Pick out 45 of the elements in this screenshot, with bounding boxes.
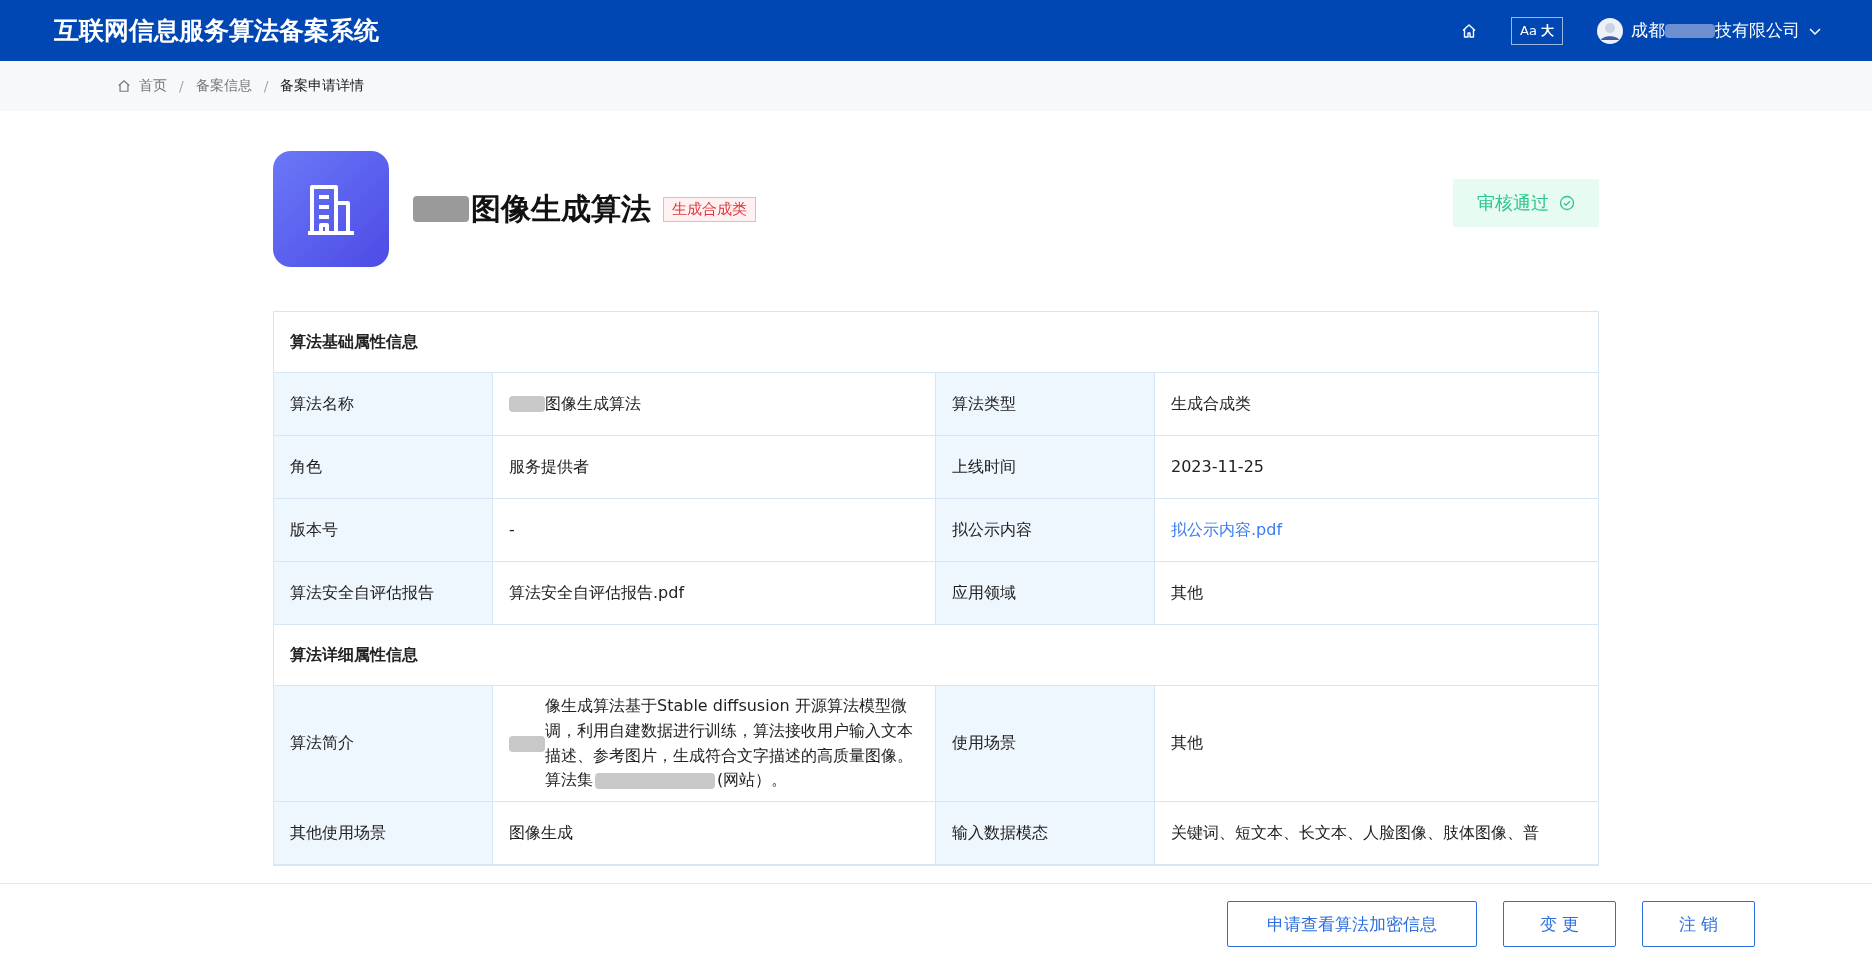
building-icon [273,151,389,267]
user-name[interactable]: 技有限公司 [1715,19,1800,42]
field-label: 上线时间 [936,436,1155,498]
field-value: 其他 [1171,732,1203,755]
field-value: 图像生成 [509,821,573,844]
category-tag: 生成合成类 [663,196,756,222]
field-value: 像生成算法基于Stable diffsusion 开源算法模型微调，利用自建数据进行训练，算法接收用户输入文本描述、参考图片，生成符合文字描述的高质量图像。算法集 (网站）。 [545,695,914,792]
action-button[interactable]: 申请查看算法加密信息 [1227,901,1477,947]
redacted-mark [1665,23,1715,38]
avatar-icon[interactable] [1597,17,1623,44]
field-label: 算法简介 [274,686,493,802]
field-label: 算法类型 [936,373,1155,435]
field-value: 关键词、短文本、长文本、人脸图像、肢体图像、普 [1171,821,1539,844]
breadcrumb-separator: / [263,78,269,94]
field-label: 使用场景 [936,686,1155,802]
field-label: 拟公示内容 [936,499,1155,561]
system-title: 互联网信息服务算法备案系统 [54,15,379,47]
field-label: 应用领域 [936,562,1155,624]
algorithm-name: 图像生成算法 [471,189,651,228]
home-icon[interactable] [1461,22,1477,39]
action-button[interactable]: 注 销 [1642,901,1755,947]
breadcrumb-link[interactable]: 首页 [139,77,167,95]
field-value: 算法安全自评估报告.pdf [509,581,685,604]
home-icon [117,79,131,93]
status-badge: 审核通过 [1453,179,1599,227]
field-label: 其他使用场景 [274,802,493,865]
file-link[interactable]: 拟公示内容.pdf [1171,517,1283,543]
field-value: - [509,518,515,541]
field-value: 生成合成类 [1171,392,1251,415]
field-label: 角色 [274,436,493,498]
field-label: 输入数据模态 [936,802,1155,865]
user-name[interactable]: 成都 [1631,19,1665,42]
field-label: 算法名称 [274,373,493,435]
field-value: 其他 [1171,581,1203,604]
breadcrumb-link[interactable]: 备案信息 [195,77,252,95]
field-label: 算法安全自评估报告 [274,562,493,624]
field-value: 2023-11-25 [1171,455,1264,478]
font-size-toggle[interactable]: Aa 大 [1511,16,1563,45]
breadcrumb-separator: / [179,78,184,94]
field-label: 版本号 [274,499,493,561]
breadcrumb-link[interactable]: 备案申请详情 [280,77,365,95]
field-value: 图像生成算法 [545,392,641,415]
field-value: 服务提供者 [509,455,589,478]
action-button[interactable]: 变 更 [1503,901,1616,947]
redacted-mark [413,196,469,222]
